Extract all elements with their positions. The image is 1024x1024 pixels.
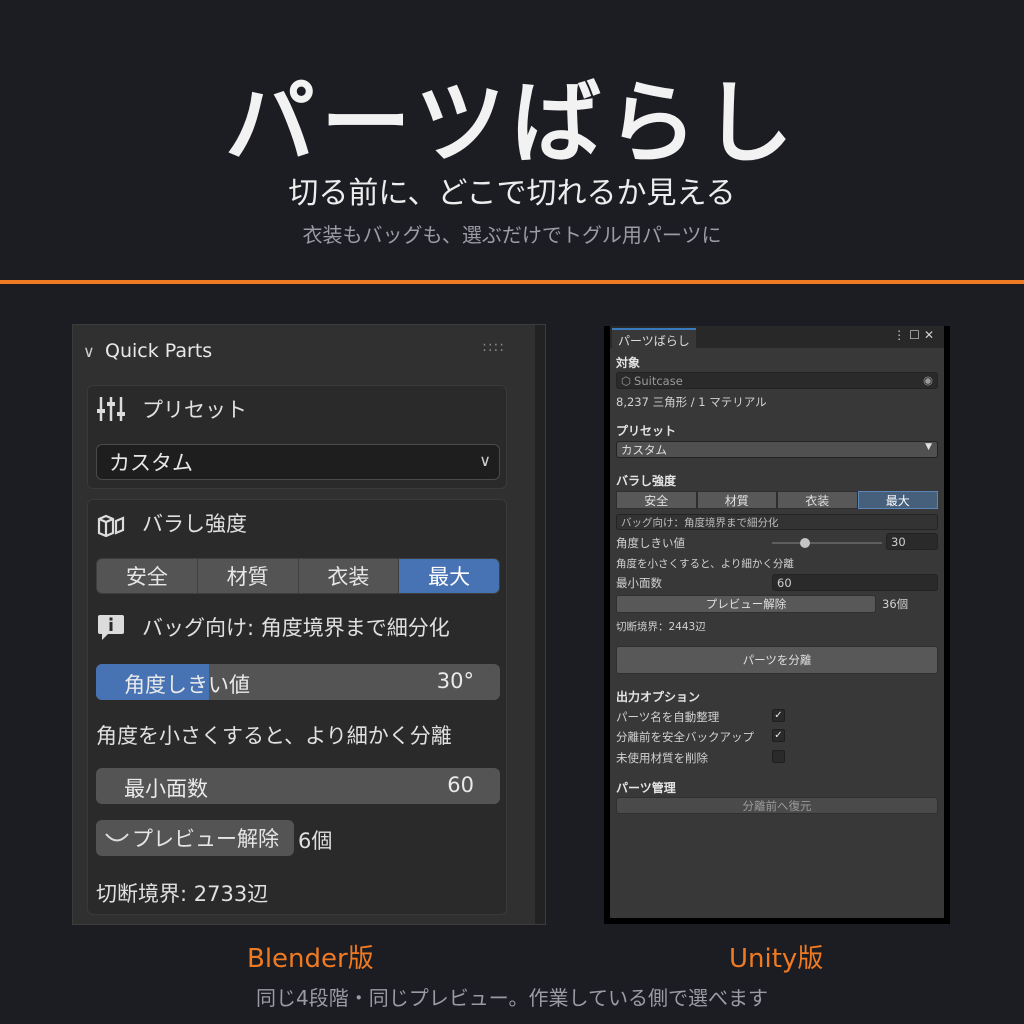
info-row: バッグ向け: 角度境界まで細分化 bbox=[96, 612, 450, 642]
min-faces-field[interactable]: 最小面数 60 bbox=[96, 768, 500, 804]
tab-bar: パーツばらし ⋮☐✕ bbox=[610, 326, 944, 348]
cut-edges: 切断境界: 2733辺 bbox=[96, 882, 269, 906]
angle-slider-handle[interactable] bbox=[800, 538, 810, 548]
info-icon bbox=[96, 612, 126, 642]
angle-label: 角度しきい値 bbox=[124, 673, 250, 697]
preset-value: カスタム bbox=[621, 442, 667, 457]
angle-value: 30° bbox=[436, 669, 474, 693]
strength-header: バラし強度 bbox=[96, 508, 247, 538]
option-label: パーツ名を自動整理 bbox=[616, 710, 720, 724]
option-checkbox-cleanup[interactable] bbox=[772, 750, 785, 763]
mode-max[interactable]: 最大 bbox=[857, 491, 938, 509]
angle-label: 角度しきい値 bbox=[616, 536, 685, 550]
maximize-icon[interactable]: ☐ bbox=[909, 328, 924, 342]
unity-window: パーツばらし ⋮☐✕ 対象 ⬡ Suitcase ◉ 8,237 三角形 / 1… bbox=[604, 326, 950, 924]
mode-selector: 安全 材質 衣装 最大 bbox=[96, 558, 500, 594]
angle-value-field[interactable]: 30 bbox=[886, 533, 938, 550]
preset-dropdown[interactable]: カスタム ∨ bbox=[96, 444, 500, 480]
dropdown-arrow-icon: ▼ bbox=[925, 442, 932, 452]
mode-material[interactable]: 材質 bbox=[197, 559, 299, 593]
object-picker-icon[interactable]: ◉ bbox=[923, 373, 933, 387]
preset-box: プリセット カスタム ∨ bbox=[87, 385, 507, 489]
hero-title: パーツばらし bbox=[224, 71, 800, 176]
divider bbox=[0, 280, 1024, 284]
curve-icon bbox=[96, 826, 132, 850]
option-label: 分離前を安全バックアップ bbox=[616, 730, 754, 744]
drag-grip-icon[interactable]: :::: bbox=[482, 339, 505, 355]
preset-value: カスタム bbox=[109, 451, 193, 475]
cube-icon: ⬡ bbox=[621, 373, 632, 388]
more-icon[interactable]: ⋮ bbox=[893, 328, 909, 342]
mode-safe[interactable]: 安全 bbox=[97, 559, 198, 593]
preview-button-label: プレビュー解除 bbox=[132, 827, 279, 851]
chevron-down-icon[interactable]: ∨ bbox=[83, 342, 105, 361]
strength-box: バラし強度 安全 材質 衣装 最大 バッグ向け: 角度境界まで細分化 角度しきい… bbox=[87, 499, 507, 915]
close-icon[interactable]: ✕ bbox=[924, 328, 938, 342]
sliders-icon bbox=[96, 394, 126, 424]
strength-header: バラし強度 bbox=[616, 474, 677, 488]
unity-inspector: パーツばらし ⋮☐✕ 対象 ⬡ Suitcase ◉ 8,237 三角形 / 1… bbox=[610, 326, 944, 918]
hero-tagline: 衣装もバッグも、選ぶだけでトグル用パーツに bbox=[302, 223, 722, 247]
manage-header: パーツ管理 bbox=[616, 781, 676, 795]
panel-header[interactable]: ∨ Quick Parts bbox=[83, 337, 212, 365]
strength-label: バラし強度 bbox=[142, 512, 247, 536]
min-faces-value: 60 bbox=[447, 773, 474, 797]
mesh-info: 8,237 三角形 / 1 マテリアル bbox=[616, 395, 767, 409]
info-text: バッグ向け: 角度境界まで細分化 bbox=[142, 616, 450, 640]
option-label: 未使用材質を削除 bbox=[616, 751, 708, 765]
angle-slider-track[interactable] bbox=[772, 542, 882, 544]
output-header: 出力オプション bbox=[616, 690, 701, 704]
mode-max[interactable]: 最大 bbox=[399, 559, 499, 593]
info-text: バッグ向け：角度境界まで細分化 bbox=[621, 516, 779, 529]
preset-label: プリセット bbox=[142, 398, 247, 422]
target-object-field[interactable]: ⬡ Suitcase ◉ bbox=[616, 372, 938, 389]
angle-slider[interactable]: 角度しきい値 30° bbox=[96, 664, 500, 700]
mode-material[interactable]: 材質 bbox=[696, 491, 777, 509]
preview-button[interactable]: プレビュー解除 bbox=[616, 595, 876, 613]
min-faces-value: 60 bbox=[777, 575, 792, 590]
footer-note: 同じ4段階・同じプレビュー。作業している側で選べます bbox=[256, 986, 768, 1010]
option-checkbox-rename[interactable]: ✓ bbox=[772, 709, 785, 722]
split-parts-button[interactable]: パーツを分離 bbox=[616, 646, 938, 674]
chevron-down-icon: ∨ bbox=[479, 451, 491, 470]
tab-parts-barashi[interactable]: パーツばらし bbox=[612, 328, 696, 348]
preview-button[interactable]: プレビュー解除 bbox=[96, 820, 294, 856]
info-box: バッグ向け：角度境界まで細分化 bbox=[616, 514, 938, 530]
preset-dropdown[interactable]: カスタム ▼ bbox=[616, 441, 938, 458]
boxes-icon bbox=[96, 508, 126, 538]
preset-header: プリセット bbox=[616, 424, 677, 438]
angle-value: 30 bbox=[891, 534, 906, 549]
option-checkbox-backup[interactable]: ✓ bbox=[772, 729, 785, 742]
hero-subtitle: 切る前に、どこで切れるか見える bbox=[288, 176, 736, 211]
blender-caption: Blender版 bbox=[247, 944, 374, 974]
window-controls: ⋮☐✕ bbox=[893, 328, 938, 342]
panel-title: Quick Parts bbox=[105, 340, 213, 362]
parts-count: 36個 bbox=[882, 597, 909, 611]
mode-safe[interactable]: 安全 bbox=[616, 491, 697, 509]
blender-panel: ∨ Quick Parts :::: プリセット カスタム ∨ バラし強度 安全… bbox=[72, 324, 546, 925]
min-faces-label: 最小面数 bbox=[124, 777, 208, 801]
page: パーツばらし 切る前に、どこで切れるか見える 衣装もバッグも、選ぶだけでトグル用… bbox=[0, 0, 1024, 1024]
parts-count: 6個 bbox=[298, 829, 333, 853]
angle-hint: 角度を小さくすると、より細かく分離 bbox=[616, 558, 794, 570]
target-header: 対象 bbox=[616, 356, 641, 370]
target-object: Suitcase bbox=[634, 373, 683, 388]
mode-costume[interactable]: 衣装 bbox=[298, 559, 400, 593]
angle-hint: 角度を小さくすると、より細かく分離 bbox=[96, 724, 452, 748]
restore-button[interactable]: 分離前へ復元 bbox=[616, 797, 938, 814]
mode-costume[interactable]: 衣装 bbox=[777, 491, 858, 509]
cut-edges: 切断境界：2443辺 bbox=[616, 621, 706, 633]
mode-selector: 安全 材質 衣装 最大 bbox=[616, 491, 938, 509]
preset-header: プリセット bbox=[96, 394, 247, 424]
min-faces-label: 最小面数 bbox=[616, 576, 662, 590]
unity-caption: Unity版 bbox=[729, 944, 824, 974]
min-faces-field[interactable]: 60 bbox=[772, 574, 938, 591]
scrollbar[interactable] bbox=[535, 325, 545, 924]
